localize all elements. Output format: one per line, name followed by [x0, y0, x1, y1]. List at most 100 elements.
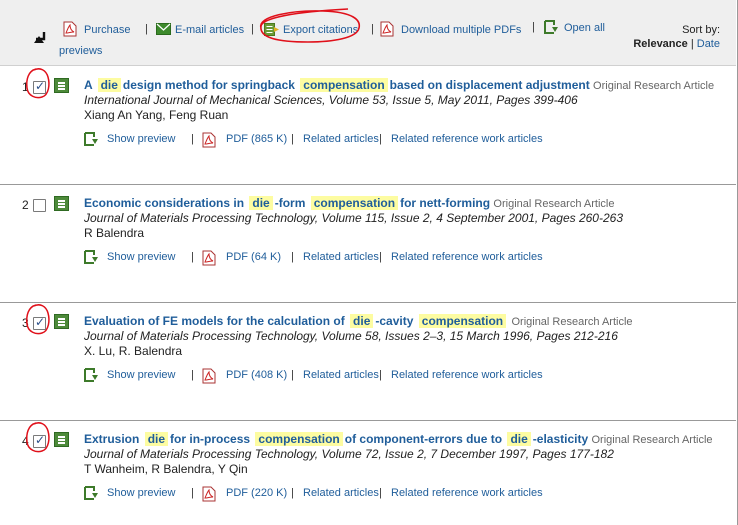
highlighted-term: die	[350, 314, 374, 328]
action-separator: |	[379, 487, 382, 499]
purchase-link[interactable]: Purchase	[84, 24, 130, 36]
action-separator: |	[379, 369, 382, 381]
related-reference-link[interactable]: Related reference work articles	[391, 487, 543, 499]
pdf-icon	[202, 368, 216, 384]
title-segment: of component-errors due to	[344, 432, 503, 446]
action-separator: |	[191, 369, 194, 381]
related-articles-link[interactable]: Related articles	[303, 133, 379, 145]
pdf-purchase-icon	[63, 21, 77, 37]
show-preview-icon	[84, 486, 98, 500]
action-separator: |	[291, 487, 294, 499]
pdf-icon	[202, 486, 216, 502]
show-preview-icon	[84, 132, 98, 146]
article-type: Original Research Article	[511, 316, 633, 328]
sort-by-label: Sort by:	[682, 24, 720, 36]
pdf-link[interactable]: PDF (220 K)	[226, 487, 287, 499]
sort-separator: |	[690, 38, 694, 50]
highlighted-term: die	[144, 432, 169, 446]
sort-control: Sort by: Relevance | Date	[633, 24, 720, 50]
pdf-link[interactable]: PDF (64 K)	[226, 251, 281, 263]
toolbar-separator: |	[371, 23, 374, 35]
related-reference-link[interactable]: Related reference work articles	[391, 133, 543, 145]
show-preview-link[interactable]: Show preview	[107, 369, 175, 381]
journal-citation: Journal of Materials Processing Technolo…	[84, 211, 623, 225]
pdf-link[interactable]: PDF (408 K)	[226, 369, 287, 381]
action-separator: |	[379, 251, 382, 263]
title-segment: -cavity	[375, 314, 414, 328]
title-segment: A	[84, 78, 93, 92]
search-result: 2 Economic considerations in die -form com…	[0, 184, 736, 302]
open-preview-icon	[544, 20, 558, 34]
article-type: Original Research Article	[591, 434, 713, 446]
result-number: 3	[22, 316, 29, 330]
full-text-article-icon	[54, 432, 69, 447]
full-text-article-icon	[54, 78, 69, 93]
highlighted-term: compensation	[255, 432, 343, 446]
sort-date-link[interactable]: Date	[697, 38, 720, 50]
show-preview-icon	[84, 250, 98, 264]
result-checkbox[interactable]	[33, 199, 46, 212]
open-all-previews-link[interactable]: Open all	[564, 22, 605, 34]
search-result: 1 A diedesign method for springback compe…	[0, 66, 736, 184]
article-title-link[interactable]: Extrusion die for in-process compensation…	[84, 432, 713, 446]
highlighted-term: die	[97, 78, 121, 92]
toolbar-separator: |	[532, 21, 535, 33]
show-preview-link[interactable]: Show preview	[107, 487, 175, 499]
return-arrow-icon[interactable]	[30, 30, 48, 50]
pdf-link[interactable]: PDF (865 K)	[226, 133, 287, 145]
export-citations-link[interactable]: Export citations	[283, 24, 358, 36]
journal-citation: Journal of Materials Processing Technolo…	[84, 329, 618, 343]
title-segment: -elasticity	[532, 432, 589, 446]
journal-citation: International Journal of Mechanical Scie…	[84, 93, 578, 107]
full-text-article-icon	[54, 196, 69, 211]
result-checkbox[interactable]	[33, 433, 46, 448]
result-checkbox[interactable]	[33, 79, 46, 94]
result-divider	[0, 302, 736, 303]
result-checkbox[interactable]	[33, 315, 46, 330]
highlighted-term: die	[249, 196, 273, 210]
title-segment: Extrusion	[84, 432, 140, 446]
action-separator: |	[379, 133, 382, 145]
article-type: Original Research Article	[493, 198, 615, 210]
related-articles-link[interactable]: Related articles	[303, 487, 379, 499]
title-segment: Economic considerations in	[84, 196, 245, 210]
pdf-icon	[202, 132, 216, 148]
authors: T Wanheim, R Balendra, Y Qin	[84, 462, 248, 476]
export-icon	[264, 23, 279, 36]
title-segment: design method for springback	[122, 78, 295, 92]
related-reference-link[interactable]: Related reference work articles	[391, 251, 543, 263]
action-separator: |	[291, 251, 294, 263]
full-text-article-icon	[54, 314, 69, 329]
action-separator: |	[191, 133, 194, 145]
sort-relevance: Relevance	[633, 38, 688, 50]
related-articles-link[interactable]: Related articles	[303, 369, 379, 381]
article-title-link[interactable]: Evaluation of FE models for the calculat…	[84, 314, 633, 328]
related-articles-link[interactable]: Related articles	[303, 251, 379, 263]
article-title-link[interactable]: Economic considerations in die -form comp…	[84, 196, 614, 210]
article-type: Original Research Article	[593, 80, 715, 92]
highlighted-term: compensation	[418, 314, 507, 328]
pdf-download-icon	[380, 21, 394, 37]
action-separator: |	[291, 369, 294, 381]
email-icon	[156, 23, 171, 35]
search-result: 4Extrusion diefor in-process compensatio…	[0, 420, 736, 525]
show-preview-link[interactable]: Show preview	[107, 133, 175, 145]
download-pdfs-link[interactable]: Download multiple PDFs	[401, 24, 521, 36]
highlighted-term: die	[507, 432, 531, 446]
show-preview-icon	[84, 368, 98, 382]
highlighted-term: compensation	[310, 196, 399, 210]
title-segment: for in-process	[170, 432, 251, 446]
toolbar-separator: |	[145, 23, 148, 35]
related-reference-link[interactable]: Related reference work articles	[391, 369, 543, 381]
result-divider	[0, 420, 736, 421]
show-preview-link[interactable]: Show preview	[107, 251, 175, 263]
email-articles-link[interactable]: E-mail articles	[175, 24, 244, 36]
article-title-link[interactable]: A die design method for springback compen…	[84, 78, 714, 92]
open-all-previews-link-cont[interactable]: previews	[59, 45, 102, 57]
result-divider	[0, 184, 736, 185]
highlighted-term: compensation	[300, 78, 388, 92]
title-segment: -form	[274, 196, 306, 210]
results-toolbar: Purchase | E-mail articles | Export cita…	[0, 0, 736, 66]
title-segment: based on displacement adjustment	[389, 78, 590, 92]
result-number: 1	[22, 80, 29, 94]
